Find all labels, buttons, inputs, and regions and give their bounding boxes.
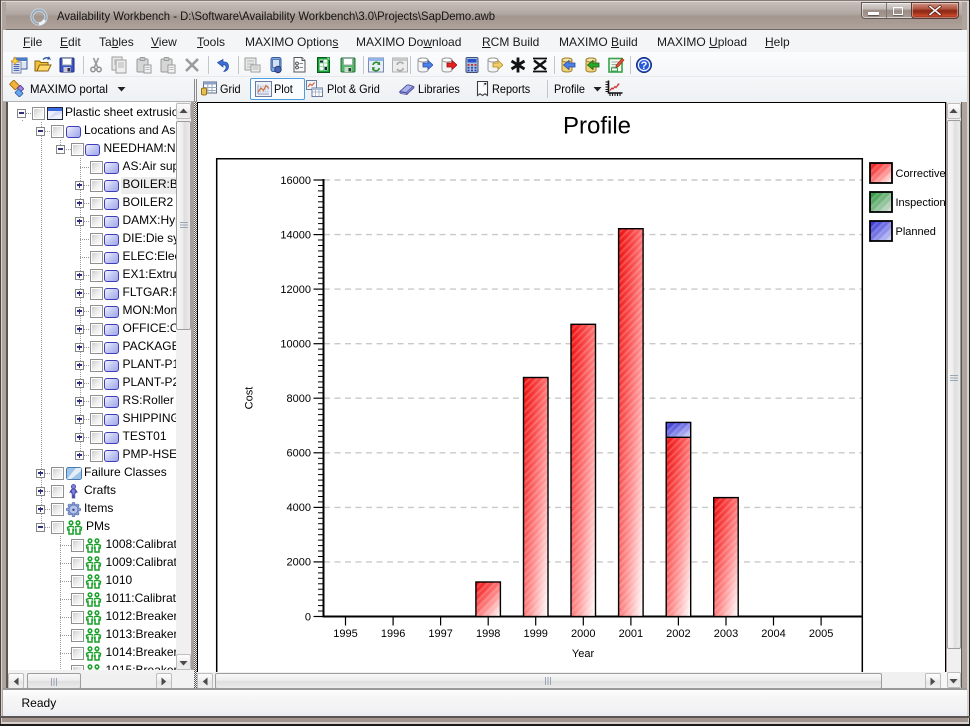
svg-text:2000: 2000 [571, 628, 595, 640]
svg-text:Profile: Profile [563, 113, 631, 140]
svg-text:Inspection: Inspection [896, 197, 946, 209]
svg-text:6000: 6000 [287, 448, 311, 460]
svg-text:8000: 8000 [287, 393, 311, 405]
svg-text:16000: 16000 [280, 175, 311, 187]
svg-text:2000: 2000 [287, 557, 311, 569]
svg-text:?: ? [641, 60, 648, 72]
svg-text:1995: 1995 [333, 628, 357, 640]
svg-text:Cost: Cost [244, 387, 256, 410]
svg-text:Year: Year [572, 648, 595, 660]
svg-text:10000: 10000 [280, 339, 311, 351]
svg-text:12000: 12000 [280, 284, 311, 296]
svg-text:Planned: Planned [896, 226, 936, 238]
svg-text:2003: 2003 [714, 628, 738, 640]
svg-text:2005: 2005 [809, 628, 833, 640]
svg-text:1999: 1999 [523, 628, 547, 640]
svg-text:14000: 14000 [280, 229, 311, 241]
svg-text:2001: 2001 [619, 628, 643, 640]
svg-text:2002: 2002 [666, 628, 690, 640]
svg-text:4000: 4000 [287, 502, 311, 514]
svg-text:Corrective: Corrective [896, 168, 946, 180]
svg-text:1996: 1996 [381, 628, 405, 640]
svg-text:0: 0 [305, 611, 311, 623]
svg-text:1997: 1997 [428, 628, 452, 640]
svg-text:1998: 1998 [476, 628, 500, 640]
svg-text:2004: 2004 [761, 628, 785, 640]
